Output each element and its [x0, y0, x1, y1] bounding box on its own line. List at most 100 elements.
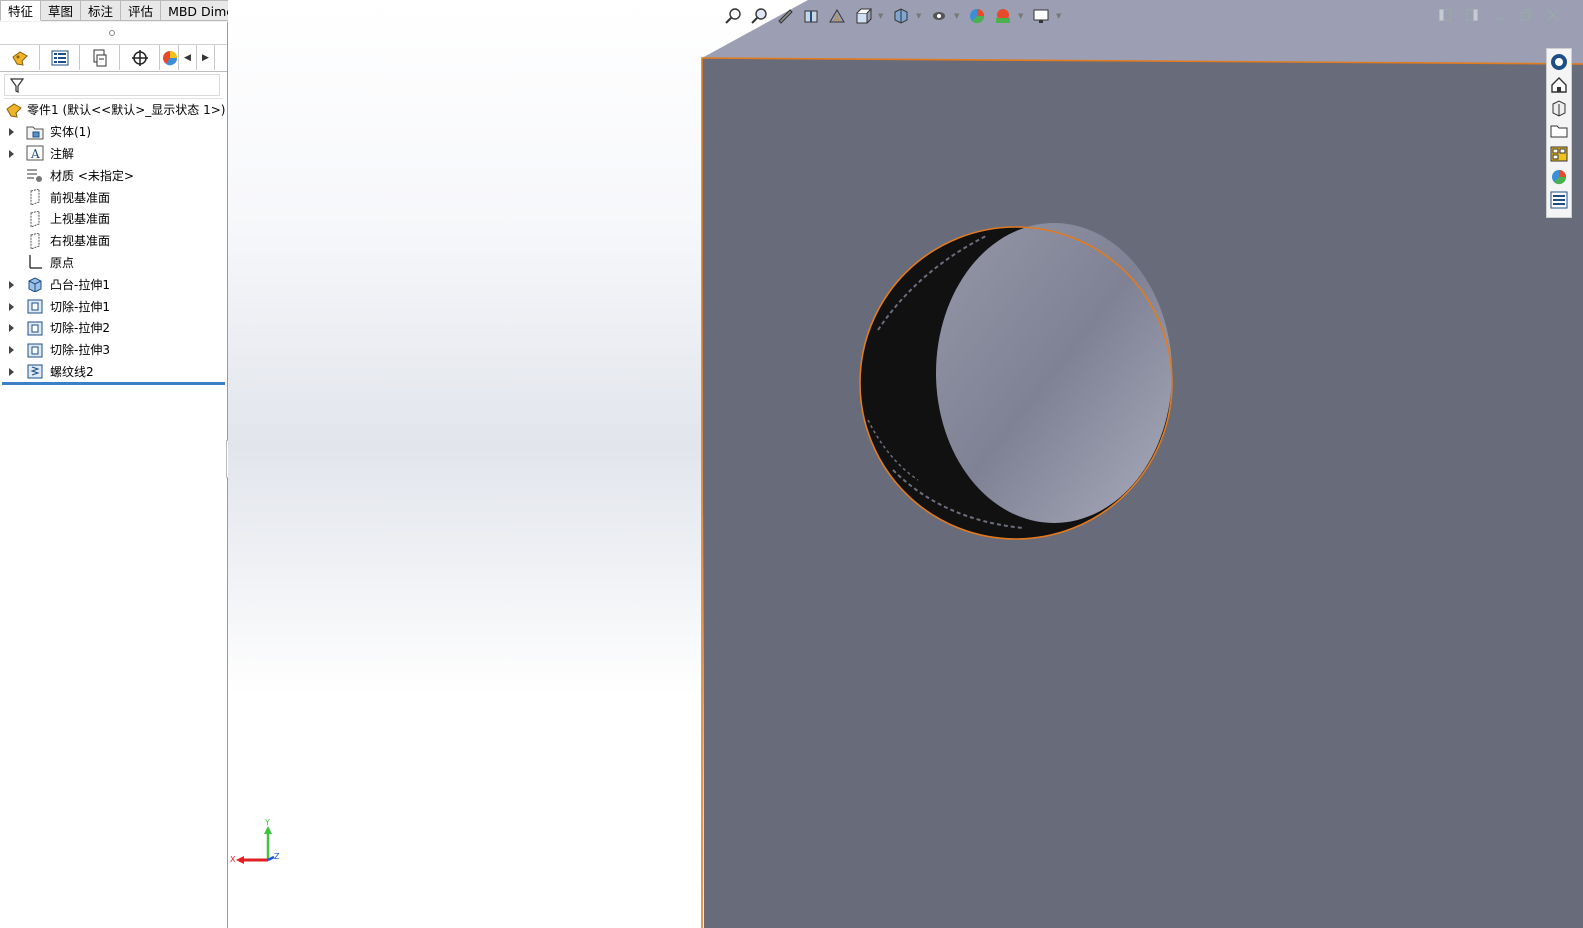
expand-arrow-icon[interactable] — [8, 128, 15, 137]
solidworks-resources-tab[interactable] — [1548, 51, 1570, 72]
dimxpert-tab[interactable] — [120, 45, 160, 70]
panel-scroll-right[interactable]: ▶ — [197, 45, 215, 70]
edit-appearance-icon — [970, 9, 985, 24]
expand-arrow-icon[interactable] — [8, 367, 15, 376]
tab-2[interactable]: 标注 — [81, 0, 122, 21]
filter-input[interactable] — [4, 74, 220, 96]
tile-left-button[interactable] — [1438, 8, 1452, 22]
home-icon — [1551, 76, 1567, 93]
expand-arrow-icon[interactable] — [8, 324, 15, 333]
restore-button[interactable] — [1519, 8, 1533, 22]
tree-item[interactable]: 前视基准面 — [0, 186, 227, 208]
view-orientation-icon — [856, 8, 872, 24]
solid-bodies-folder-icon — [26, 124, 44, 140]
tree-item-label: 切除-拉伸2 — [50, 321, 110, 336]
model-view[interactable] — [228, 0, 1583, 928]
hide-show-caret[interactable]: ▼ — [954, 12, 962, 20]
triad-x-label: X — [230, 855, 236, 864]
close-button[interactable] — [1546, 8, 1560, 22]
view-settings-button[interactable] — [1030, 6, 1052, 26]
tree-item[interactable]: 实体(1) — [0, 121, 227, 143]
rollback-bar[interactable] — [2, 382, 225, 386]
tree-item-label: 实体(1) — [50, 125, 91, 140]
zoom-to-fit-button[interactable] — [722, 6, 744, 26]
tree-item-label: 切除-拉伸1 — [50, 299, 110, 314]
tree-item[interactable]: A 注解 — [0, 143, 227, 165]
model-front-face[interactable] — [702, 58, 1583, 928]
display-style-button[interactable] — [890, 6, 912, 26]
custom-properties-tab[interactable] — [1548, 189, 1570, 210]
tree-item[interactable]: 右视基准面 — [0, 230, 227, 252]
dimxpert-icon — [131, 49, 148, 66]
view-orientation-caret[interactable]: ▼ — [878, 12, 886, 20]
view-orientation-button[interactable] — [852, 6, 874, 26]
tab-0[interactable]: 特征 — [0, 0, 42, 21]
display-style-caret[interactable]: ▼ — [916, 12, 924, 20]
plane-icon — [26, 188, 44, 206]
tree-item[interactable]: 凸台-拉伸1 — [0, 273, 227, 295]
apply-scene-button[interactable] — [992, 6, 1014, 26]
hide-show-items-icon — [933, 12, 945, 20]
view-palette-icon — [1550, 146, 1568, 161]
section-view-button[interactable] — [800, 6, 822, 26]
tree-item-label: 原点 — [50, 255, 75, 270]
featuremanager-icon — [11, 50, 28, 66]
tree-root-part[interactable]: 零件1 (默认<<默认>_显示状态 1>) — [0, 99, 227, 121]
zoom-to-area-button[interactable] — [748, 6, 770, 26]
design-library-tab[interactable] — [1548, 97, 1570, 118]
dynamic-annotation-button[interactable]: A — [826, 6, 848, 26]
tree-item[interactable]: 上视基准面 — [0, 208, 227, 230]
filter-icon[interactable] — [10, 78, 24, 94]
tree-item[interactable]: 切除-拉伸2 — [0, 317, 227, 339]
tree-item-label: 注解 — [50, 146, 75, 161]
view-palette-tab[interactable] — [1548, 143, 1570, 164]
cut-extrude-icon — [26, 298, 44, 314]
tree-item-label: 螺纹线2 — [50, 364, 94, 379]
expand-arrow-icon[interactable] — [8, 280, 15, 289]
graphics-area[interactable] — [228, 0, 1583, 928]
restore-icon — [1520, 9, 1532, 21]
tab-1[interactable]: 草图 — [41, 0, 82, 21]
feature-tree: 零件1 (默认<<默认>_显示状态 1>) 实体(1) A 注解材质 <未指定> 前视… — [0, 99, 227, 386]
apply-scene-caret[interactable]: ▼ — [1018, 12, 1026, 20]
edit-appearance-button[interactable] — [966, 6, 988, 26]
tree-item-label: 前视基准面 — [50, 190, 111, 205]
panel-scroll-left[interactable]: ◀ — [179, 45, 197, 70]
minimize-button[interactable] — [1492, 8, 1506, 22]
tree-item[interactable]: 切除-拉伸1 — [0, 295, 227, 317]
tree-item[interactable]: 原点 — [0, 252, 227, 274]
hide-show-items-button[interactable] — [928, 6, 950, 26]
material-icon — [26, 167, 44, 183]
tile-right-button[interactable] — [1465, 8, 1479, 22]
triad-z-label: Z — [274, 852, 280, 861]
view-settings-caret[interactable]: ▼ — [1056, 12, 1064, 20]
feature-manager-panel: ◀ ▶ 零件1 (默认<<默认>_显示状态 1>) 实体(1) A 注解材质 <未指… — [0, 22, 228, 928]
window-controls — [1438, 8, 1560, 22]
tab-3[interactable]: 评估 — [121, 0, 162, 21]
display-style-icon — [894, 8, 908, 24]
scroll-left-icon: ◀ — [184, 52, 191, 63]
tree-item-label: 右视基准面 — [50, 234, 111, 249]
expand-arrow-icon[interactable] — [8, 149, 15, 158]
propertymanager-tab[interactable] — [40, 45, 80, 70]
panel-grip[interactable] — [0, 22, 227, 45]
scroll-right-icon: ▶ — [202, 52, 209, 63]
previous-view-button[interactable] — [774, 6, 796, 26]
displaymanager-tab[interactable] — [160, 45, 179, 70]
expand-arrow-icon[interactable] — [8, 302, 15, 311]
file-explorer-tab[interactable] — [1548, 120, 1570, 141]
expand-arrow-icon[interactable] — [8, 346, 15, 355]
cut-extrude-icon — [26, 320, 44, 336]
svg-text:A: A — [834, 14, 840, 23]
tree-item[interactable]: 材质 <未指定> — [0, 164, 227, 186]
tree-item[interactable]: 切除-拉伸3 — [0, 339, 227, 361]
featuremanager-tab[interactable] — [0, 45, 40, 70]
home-tab[interactable] — [1548, 74, 1570, 95]
appearances-icon — [1552, 169, 1567, 184]
configurationmanager-tab[interactable] — [80, 45, 120, 70]
annotations-icon: A — [26, 145, 44, 161]
task-pane-strip — [1546, 48, 1572, 218]
tree-item-label: 切除-拉伸3 — [50, 343, 110, 358]
tree-item[interactable]: 螺纹线2 — [0, 361, 227, 383]
appearances-tab[interactable] — [1548, 166, 1570, 187]
